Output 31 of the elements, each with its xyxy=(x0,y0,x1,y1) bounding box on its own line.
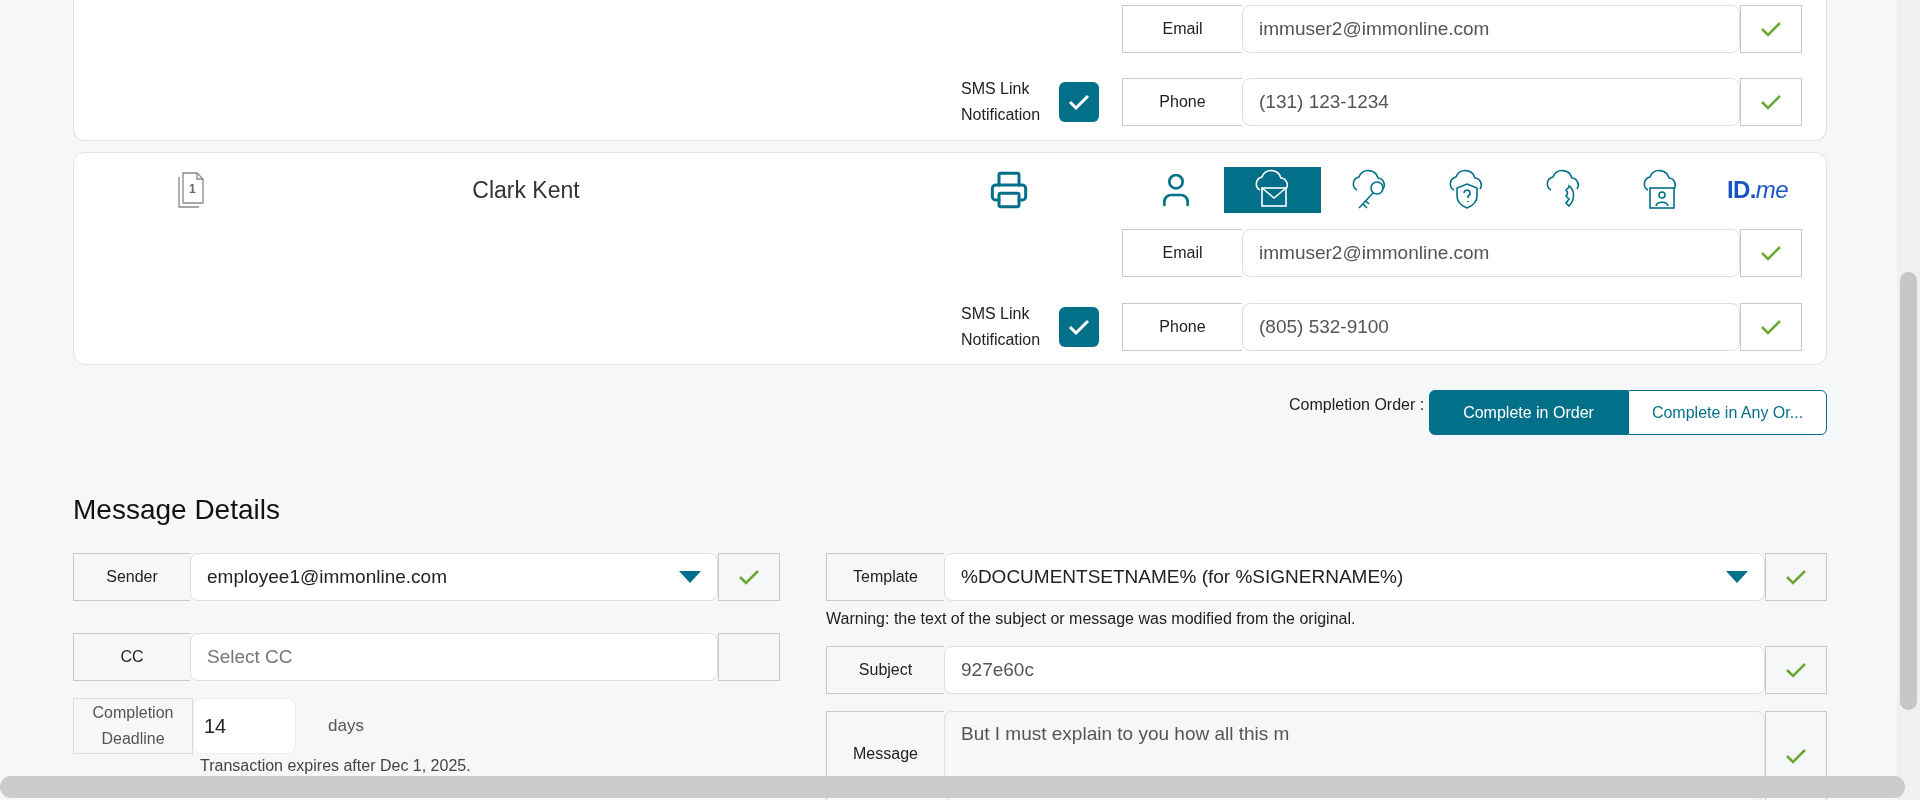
completion-order-label: Completion Order : xyxy=(1289,395,1425,415)
sms-notification-label: SMS Link Notification xyxy=(961,79,1042,125)
input-field[interactable]: 927e60c xyxy=(944,646,1765,694)
section-heading: Message Details xyxy=(73,493,281,527)
recipient-name: Clark Kent xyxy=(472,175,580,205)
input-field[interactable]: immuser2@immonline.com xyxy=(1242,5,1740,53)
completion-order-option[interactable]: Complete in Order xyxy=(1429,390,1628,435)
placeholder-text: Select CC xyxy=(207,644,293,669)
expiry-note: Transaction expires after Dec 1, 2025. xyxy=(200,757,472,775)
field-label: Sender xyxy=(73,553,190,601)
auth-method-tab[interactable]: ID.me xyxy=(1709,167,1806,213)
field-label: Email xyxy=(1122,5,1242,53)
input-field[interactable]: (805) 532-9100 xyxy=(1242,303,1740,351)
field-label: Phone xyxy=(1122,78,1242,126)
input-field[interactable]: (131) 123-1234 xyxy=(1242,78,1740,126)
input-field[interactable]: Select CC xyxy=(190,633,718,681)
field-label: Template xyxy=(826,553,944,601)
field-label: Email xyxy=(1122,229,1242,277)
field-label: CC xyxy=(73,633,190,681)
completion-order-option[interactable]: Complete in Any Or... xyxy=(1628,390,1827,435)
input-field[interactable]: 14 xyxy=(193,698,296,754)
idme-logo: ID.me xyxy=(1727,175,1788,205)
unit-text: days xyxy=(328,715,364,738)
field-label: Completion Deadline xyxy=(73,698,193,754)
dropdown-field[interactable]: %DOCUMENTSETNAME% (for %SIGNERNAME%) xyxy=(944,553,1765,601)
field-label: Subject xyxy=(826,646,944,694)
warning-text: Warning: the text of the subject or message was modified from the original. xyxy=(826,609,1357,629)
input-field[interactable]: immuser2@immonline.com xyxy=(1242,229,1740,277)
sms-notification-label: SMS Link Notification xyxy=(961,304,1042,350)
dropdown-field[interactable]: employee1@immonline.com xyxy=(190,553,718,601)
field-label: Phone xyxy=(1122,303,1242,351)
